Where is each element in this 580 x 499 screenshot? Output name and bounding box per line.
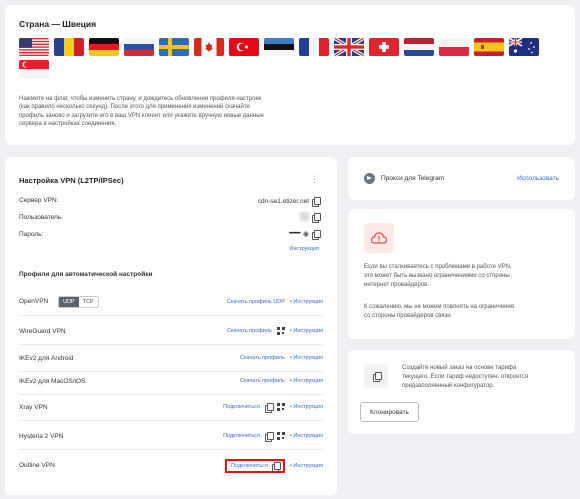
server-label: Сервер VPN: [19,197,59,204]
protocol-actions: Скачать профиль • Инструкция [240,355,323,361]
warning-text-2: К сожалению, мы не можем повлиять на огр… [364,304,514,319]
instructions-link[interactable]: • Инструкция [290,328,323,334]
copy-icon[interactable] [312,212,321,223]
flag-list [19,38,539,78]
vpn-title: Настройка VPN (L2TP/IPSec) [19,176,124,185]
password-label: Пароль: [19,231,44,238]
protocol-actions: Скачать профиль • Инструкция [240,378,323,384]
flag-united-states[interactable] [19,38,49,56]
protocol-name: OpenVPN UDP TCP [19,296,227,308]
password-value-row: •••••••••• ◉ [288,230,321,240]
server-value-row: cdn-se1.etizer.net [257,197,321,207]
protocol-row-xray: Xray VPN Подключиться • Инструкция [19,394,323,421]
country-help-text: Нажмите на флаг, чтобы изменить страну, … [19,96,264,128]
protocol-row-openvpn: OpenVPN UDP TCP Скачать профиль UDP • Ин… [19,289,323,316]
telegram-icon [364,173,375,184]
copy-icon[interactable] [312,197,321,207]
flag-turkey[interactable] [229,38,259,56]
toggle-udp[interactable]: UDP [59,297,79,307]
flag-france[interactable] [299,38,329,56]
connect-highlight: Подключиться [225,458,285,473]
warning-card: Если вы сталкиваетесь с проблемами в раб… [348,209,575,339]
protocol-name: Xray VPN [19,403,48,411]
protocol-name: Outline VPN [19,462,55,469]
connect-link[interactable]: Подключиться [231,463,268,469]
connect-link[interactable]: Подключиться [223,404,260,410]
eye-icon[interactable]: ◉ [303,230,309,238]
flag-australia[interactable] [509,38,539,56]
country-title: Страна — Швеция [19,19,97,29]
flag-canada[interactable] [194,38,224,56]
flag-poland[interactable] [439,38,469,56]
instructions-link[interactable]: • Инструкция [290,463,323,469]
use-proxy-link[interactable]: Использовать [517,175,559,182]
flag-estonia[interactable] [264,38,294,56]
protocol-actions: Подключиться • Инструкция [223,432,323,442]
flag-switzerland[interactable] [369,38,399,56]
flag-romania[interactable] [54,38,84,56]
protocol-actions: Скачать профиль UDP • Инструкция [227,299,323,305]
protocol-actions: Подключиться • Инструкция [223,403,323,413]
instructions-link[interactable]: • Инструкция [290,355,323,361]
protocol-row-outline: Outline VPN Подключиться • Инструкция [19,452,323,479]
vpn-settings-card: Настройка VPN (L2TP/IPSec) ⋮ Сервер VPN:… [5,157,337,495]
copy-icon[interactable] [271,461,281,472]
instructions-link[interactable]: • Инструкция [290,378,323,384]
clone-order-card: Создайте новый заказ на основе тарифа те… [348,350,575,434]
instructions-link[interactable]: Инструкция [289,246,319,252]
country-card: Страна — Швеция Нажмите на флаг, чтобы и… [5,5,575,145]
connect-link[interactable]: Подключиться [223,433,260,439]
flag-sweden[interactable] [159,38,189,56]
qr-code-icon[interactable] [276,327,285,335]
telegram-label: Прокси для Telegram [381,175,445,182]
user-value-row [300,212,321,223]
flag-spain[interactable] [474,38,504,56]
toggle-tcp[interactable]: TCP [78,297,98,307]
clone-description: Создайте новый заказ на основе тарифа те… [402,365,529,389]
protocol-row-wireguard: WireGuard VPN Скачать профиль • Инструкц… [19,318,323,345]
warning-text-1: Если вы сталкиваетесь с проблемами в раб… [364,264,512,288]
protocol-name: Hysteria 2 VPN [19,432,64,440]
clone-icon [364,364,388,388]
password-value: •••••••••• [288,231,301,237]
clone-button[interactable]: Клонировать [360,402,419,422]
download-profile-link[interactable]: Скачать профиль [227,328,272,334]
more-vertical-icon[interactable]: ⋮ [310,174,319,185]
protocol-actions: Подключиться • Инструкция [225,458,323,473]
cloud-warning-icon [364,223,394,253]
server-value: cdn-se1.etizer.net [257,197,309,205]
flag-russia[interactable] [124,38,154,56]
copy-icon[interactable] [264,432,274,442]
flag-netherlands[interactable] [404,38,434,56]
protocol-actions: Скачать профиль • Инструкция [227,327,323,335]
telegram-proxy-card: Прокси для Telegram Использовать [348,157,575,200]
protocol-name: WireGuard VPN [19,327,66,335]
user-value-redacted [300,212,309,221]
protocol-toggle: UDP TCP [58,296,99,308]
copy-icon [372,372,382,382]
copy-icon[interactable] [264,403,274,413]
protocol-row-ikev2-macos: IKEv2 для MacOS/iOS Скачать профиль • Ин… [19,368,323,395]
instructions-link[interactable]: • Инструкция [290,299,323,305]
instructions-link[interactable]: • Инструкция [290,433,323,439]
copy-icon[interactable] [312,230,321,240]
qr-code-icon[interactable] [276,403,285,411]
flag-singapore[interactable] [19,60,49,78]
user-label: Пользователь: [19,214,63,221]
protocol-row-hysteria2: Hysteria 2 VPN Подключиться • Инструкция [19,423,323,450]
qr-code-icon[interactable] [276,432,285,440]
flag-united-kingdom[interactable] [334,38,364,56]
profiles-title: Профили для автоматической настройки [19,271,153,278]
download-profile-link[interactable]: Скачать профиль [240,378,285,384]
download-profile-link[interactable]: Скачать профиль UDP [227,299,285,305]
instructions-link[interactable]: • Инструкция [290,404,323,410]
protocol-name: IKEv2 для MacOS/iOS [19,377,86,385]
download-profile-link[interactable]: Скачать профиль [240,355,285,361]
protocol-name: IKEv2 для Android [19,354,74,362]
flag-germany[interactable] [89,38,119,56]
